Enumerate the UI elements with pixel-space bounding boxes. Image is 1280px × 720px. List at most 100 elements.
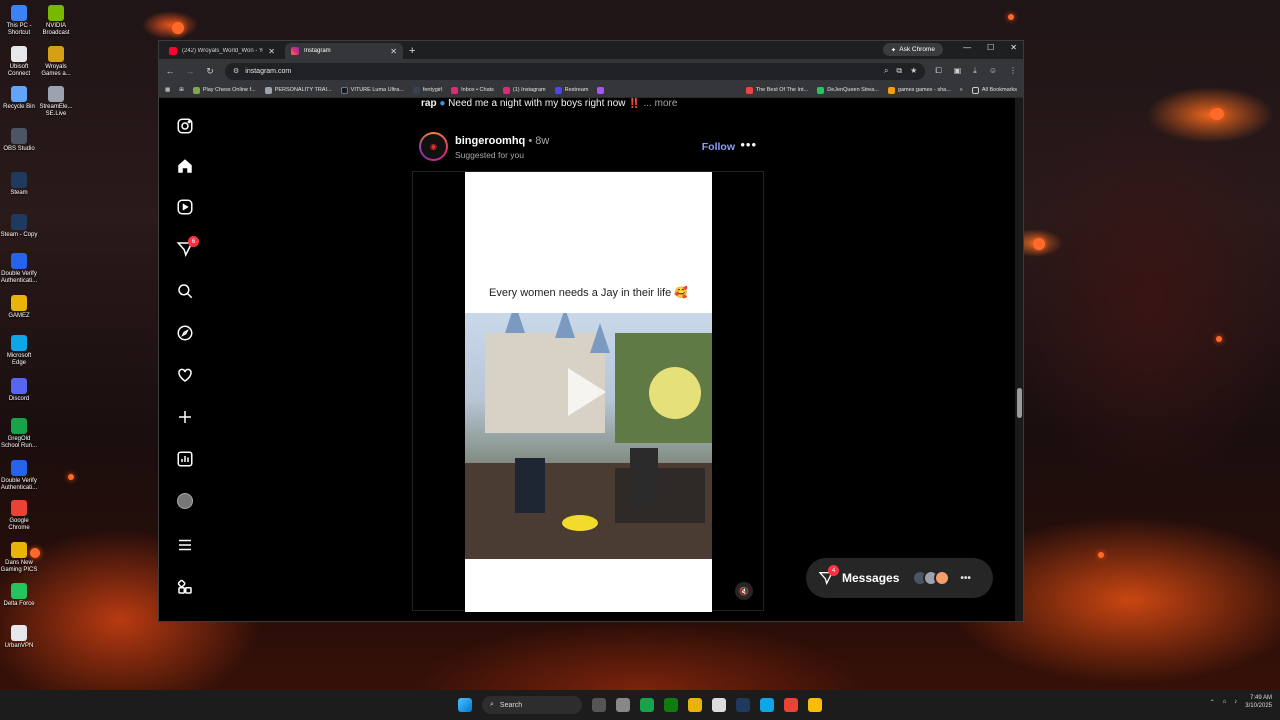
all-bookmarks-button[interactable]: All Bookmarks — [971, 86, 1017, 94]
chrome-active-icon[interactable] — [808, 698, 822, 712]
desktop-icon[interactable]: Double Verify Authenticati... — [0, 460, 38, 492]
desktop-icon[interactable]: Recycle Bin — [0, 86, 38, 111]
desktop-icon[interactable]: NVIDIA Broadcast — [37, 5, 75, 37]
page-scrollbar[interactable] — [1015, 98, 1023, 621]
calculator-icon[interactable] — [712, 698, 726, 712]
instagram-logo-icon[interactable] — [175, 116, 195, 136]
app-icon — [11, 214, 27, 230]
reload-icon[interactable]: ↻ — [205, 66, 215, 77]
dashboard-icon[interactable] — [175, 449, 195, 469]
close-tab-icon[interactable]: ✕ — [268, 47, 275, 56]
bookmark-item[interactable]: Inbox • Chats — [451, 86, 494, 94]
chevron-up-icon[interactable]: ⌃ — [1210, 699, 1215, 706]
desktop-icon[interactable]: Ubisoft Connect — [0, 46, 38, 78]
minimize-icon[interactable]: — — [963, 43, 971, 52]
bookmark-item[interactable]: PERSONALITY TRAI... — [264, 86, 332, 94]
desktop-icon[interactable]: Steam — [0, 172, 38, 197]
new-tab-button[interactable]: + — [409, 43, 415, 59]
direct-messages-icon[interactable]: 6 — [175, 236, 199, 259]
extensions-icon[interactable]: ⧠ — [935, 66, 941, 76]
desktop-icon[interactable]: Discord — [0, 378, 38, 403]
more-bookmarks-icon[interactable]: » — [960, 87, 963, 93]
follow-button[interactable]: Follow — [702, 141, 735, 153]
bookmark-item[interactable]: Play Chess Online f... — [192, 86, 256, 94]
play-icon[interactable] — [568, 368, 606, 416]
desktop-icon[interactable]: Double Verify Authenticati... — [0, 253, 38, 285]
desktop-icon[interactable]: Dans New Gaming PICS — [0, 542, 38, 574]
settings-icon[interactable] — [616, 698, 630, 712]
edge-icon[interactable] — [760, 698, 774, 712]
tab-search-icon[interactable]: ▣ — [954, 66, 962, 76]
steam-icon[interactable] — [736, 698, 750, 712]
grid-icon[interactable]: ⊞ — [179, 87, 184, 93]
media-player-icon[interactable] — [640, 698, 654, 712]
post-media[interactable]: Every women needs a Jay in their life 🥰 — [412, 171, 764, 612]
desktop-icon[interactable]: GregOld School Run... — [0, 418, 38, 450]
menu-icon[interactable]: ⋮ — [1009, 66, 1017, 76]
profile-avatar[interactable] — [175, 491, 195, 511]
desktop-icon-label: This PC - Shortcut — [6, 23, 32, 36]
apps-icon[interactable]: ▦ — [165, 87, 170, 93]
search-icon[interactable] — [175, 281, 195, 301]
bookmark-star-icon[interactable]: ★ — [910, 66, 917, 76]
clock[interactable]: 7:49 AM 3/10/2025 — [1245, 694, 1272, 710]
back-icon[interactable]: ← — [165, 66, 175, 76]
mute-icon[interactable]: 🔇 — [735, 582, 753, 600]
maximize-icon[interactable]: ☐ — [987, 43, 994, 52]
file-explorer-icon[interactable] — [688, 698, 702, 712]
site-info-icon[interactable]: ⚙ — [233, 67, 239, 75]
window-controls: — ☐ ✕ — [963, 43, 1017, 52]
desktop-icon[interactable]: Delta Force — [0, 583, 38, 608]
video-frame[interactable] — [465, 313, 712, 559]
desktop-icon[interactable]: UrbanVPN — [0, 625, 38, 650]
bookmark-item[interactable]: fentygirl — [412, 86, 442, 94]
bookmark-item[interactable]: The Best Of The Int... — [745, 86, 808, 94]
close-tab-icon[interactable]: ✕ — [390, 47, 397, 56]
taskbar-search[interactable]: ⌕ Search — [482, 696, 582, 714]
profile-icon[interactable]: ☺ — [989, 66, 997, 76]
tab-instagram[interactable]: Instagram ✕ — [285, 43, 403, 59]
heart-icon[interactable] — [175, 365, 195, 385]
bookmark-item[interactable]: games games - sha... — [887, 86, 951, 94]
network-icon[interactable]: ⌂ — [1223, 699, 1227, 705]
ask-chrome-button[interactable]: ✦ Ask Chrome — [882, 43, 943, 56]
bookmark-item[interactable]: DeJenQueen Strea... — [817, 86, 879, 94]
tab-youtube[interactable]: (242) Wroyals_World_Won - Yo ✕ — [163, 43, 281, 59]
desktop-icon[interactable]: Microsoft Edge — [0, 335, 38, 367]
also-from-meta-icon[interactable] — [175, 577, 195, 597]
messages-button[interactable]: 4 Messages ••• — [806, 558, 993, 598]
post-username[interactable]: bingeroomhq — [455, 135, 525, 147]
install-app-icon[interactable]: ⧉ — [896, 66, 902, 76]
caption-username[interactable]: rap — [421, 98, 437, 109]
home-icon[interactable] — [175, 156, 195, 176]
desktop-icon[interactable]: Wroyals Games a... — [37, 46, 75, 78]
desktop-icon[interactable]: Google Chrome — [0, 500, 38, 532]
chrome-icon[interactable] — [784, 698, 798, 712]
address-bar[interactable]: ⚙ instagram.com ⌕ ⧉ ★ — [225, 62, 926, 80]
forward-icon[interactable]: → — [185, 66, 195, 76]
bookmark-item[interactable]: Restream — [554, 86, 588, 94]
downloads-icon[interactable]: ⤓ — [973, 66, 977, 76]
zoom-icon[interactable]: ⌕ — [884, 66, 888, 76]
desktop-icon[interactable]: This PC - Shortcut — [0, 5, 38, 37]
bookmark-item[interactable]: VITURE Luma Ultra... — [340, 86, 404, 94]
messages-more-icon[interactable]: ••• — [960, 573, 971, 584]
task-view-icon[interactable] — [592, 698, 606, 712]
hamburger-menu-icon[interactable] — [175, 535, 195, 555]
reels-icon[interactable] — [175, 197, 195, 217]
close-window-icon[interactable]: ✕ — [1010, 43, 1017, 52]
desktop-icon[interactable]: Steam - Copy — [0, 214, 38, 239]
post-options-button[interactable]: ••• — [740, 137, 757, 152]
caption-more-link[interactable]: ... more — [644, 98, 678, 109]
xbox-icon[interactable] — [664, 698, 678, 712]
explore-icon[interactable] — [175, 323, 195, 343]
windows-start-icon[interactable] — [458, 698, 472, 712]
desktop-icon[interactable]: GAMEZ — [0, 295, 38, 320]
create-plus-icon[interactable] — [175, 407, 195, 427]
bookmark-item[interactable]: (1) Instagram — [502, 86, 546, 94]
desktop-icon[interactable]: StreamEle... SE.Live — [37, 86, 75, 118]
desktop-icon[interactable]: OBS Studio — [0, 128, 38, 153]
volume-icon[interactable]: ♪ — [1234, 699, 1237, 705]
post-avatar[interactable]: ◉ — [419, 132, 448, 161]
bookmark-item[interactable] — [597, 86, 605, 94]
